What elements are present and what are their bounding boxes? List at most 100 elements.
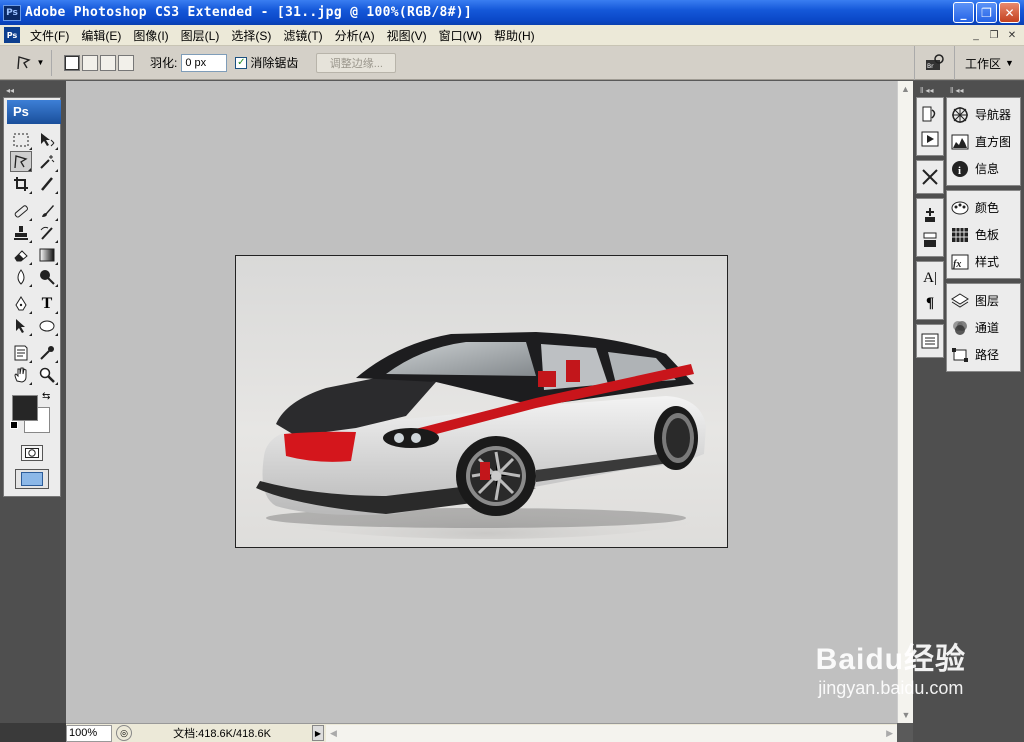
menu-bar: Ps 文件(F) 编辑(E) 图像(I) 图层(L) 选择(S) 滤镜(T) 分… (0, 25, 1024, 46)
document-workspace[interactable] (66, 81, 897, 723)
type-tool[interactable]: T (36, 293, 58, 314)
screen-mode-button[interactable] (15, 469, 49, 489)
brushes-panel-button[interactable] (917, 203, 943, 227)
expand-panels-icon[interactable]: ‖ ◂◂ (950, 86, 964, 95)
dock-grip-icon[interactable]: ‖ ◂◂ (920, 86, 934, 95)
doc-minimize-button[interactable]: _ (968, 28, 984, 42)
brush-tool[interactable] (36, 200, 58, 221)
menu-analysis[interactable]: 分析(A) (329, 27, 381, 44)
swap-colors-icon[interactable]: ⇆ (42, 391, 50, 402)
pen-tool[interactable] (10, 293, 32, 314)
menu-layer[interactable]: 图层(L) (175, 27, 226, 44)
character-panel-button[interactable]: A| (917, 266, 943, 290)
foreground-color-swatch[interactable] (12, 395, 38, 421)
styles-panel-button[interactable]: fx 样式 (947, 248, 1020, 275)
tool-preset-picker[interactable]: ▼ (8, 49, 52, 76)
refine-edge-button[interactable]: 调整边缘... (316, 52, 397, 73)
notes-tool[interactable] (10, 342, 32, 363)
navigator-icon (950, 105, 970, 125)
new-selection-button[interactable] (64, 54, 80, 71)
zoom-tool[interactable] (36, 364, 58, 385)
minimize-button[interactable]: _ (953, 2, 974, 23)
magic-wand-tool[interactable] (36, 151, 58, 172)
menu-file[interactable]: 文件(F) (24, 27, 75, 44)
chevron-down-icon: ▼ (36, 58, 45, 67)
lasso-tool[interactable] (10, 151, 32, 172)
channels-panel-button[interactable]: 通道 (947, 314, 1020, 341)
layers-panel-button[interactable]: 图层 (947, 287, 1020, 314)
collapse-toolbox-icon[interactable]: ◂◂ (6, 86, 14, 95)
window-title: Adobe Photoshop CS3 Extended - [31..jpg … (25, 5, 472, 20)
crop-tool[interactable] (10, 173, 32, 194)
histogram-panel-button[interactable]: 直方图 (947, 128, 1020, 155)
screen-mode-icon (21, 472, 43, 486)
healing-brush-tool[interactable] (10, 200, 32, 221)
watermark-url: jingyan.baidu.com (818, 678, 964, 698)
canvas-image[interactable] (235, 255, 728, 548)
workspace-label: 工作区 (965, 56, 1002, 71)
document-icon[interactable]: Ps (4, 27, 20, 43)
gradient-tool[interactable] (36, 244, 58, 265)
bandage-icon (14, 204, 28, 217)
scroll-down-icon[interactable]: ▼ (898, 707, 914, 723)
menu-window[interactable]: 窗口(W) (433, 27, 488, 44)
marquee-tool[interactable] (10, 129, 32, 150)
menu-image[interactable]: 图像(I) (127, 27, 174, 44)
menu-select[interactable]: 选择(S) (225, 27, 277, 44)
shape-tool[interactable] (36, 315, 58, 336)
paragraph-panel-button[interactable]: ¶ (917, 291, 943, 315)
hand-tool[interactable] (10, 364, 32, 385)
status-icon[interactable]: ◎ (116, 725, 132, 741)
antialias-checkbox[interactable]: ✓ (235, 56, 248, 69)
tools-icon (922, 169, 938, 185)
scroll-left-icon[interactable]: ◀ (330, 728, 337, 739)
scroll-right-icon[interactable]: ▶ (886, 728, 893, 739)
move-tool[interactable] (36, 129, 58, 150)
actions-panel-button[interactable] (917, 127, 943, 151)
doc-close-button[interactable]: ✕ (1004, 28, 1020, 42)
paths-panel-button[interactable]: 路径 (947, 341, 1020, 368)
zoom-field[interactable]: 100% (66, 724, 112, 742)
vertical-scrollbar[interactable]: ▲ ▼ (897, 81, 913, 723)
eyedropper-tool[interactable] (36, 342, 58, 363)
menu-help[interactable]: 帮助(H) (488, 27, 541, 44)
history-brush-tool[interactable] (36, 222, 58, 243)
quick-mask-button[interactable] (21, 445, 43, 461)
marquee-icon (13, 133, 29, 146)
tool-presets-panel-button[interactable] (917, 165, 943, 189)
history-panel-button[interactable] (917, 102, 943, 126)
info-panel-button[interactable]: i 信息 (947, 155, 1020, 182)
gradient-icon (39, 248, 55, 261)
blur-tool[interactable] (10, 266, 32, 287)
left-dock-footer (0, 723, 66, 742)
measurement-log-panel-button[interactable] (917, 329, 943, 353)
close-button[interactable]: ✕ (999, 2, 1020, 23)
default-colors-icon[interactable] (10, 421, 18, 429)
stamp-icon (14, 225, 28, 240)
navigator-panel-button[interactable]: 导航器 (947, 101, 1020, 128)
workspace-menu[interactable]: 工作区 ▼ (954, 46, 1024, 80)
menu-edit[interactable]: 编辑(E) (75, 27, 127, 44)
intersect-selection-button[interactable] (118, 54, 134, 71)
bridge-button[interactable]: Br (914, 46, 954, 80)
menu-view[interactable]: 视图(V) (381, 27, 433, 44)
add-selection-button[interactable] (82, 54, 98, 71)
layer-comps-panel-button[interactable] (917, 228, 943, 252)
path-selection-tool[interactable] (10, 315, 32, 336)
feather-input[interactable] (181, 53, 228, 72)
subtract-selection-button[interactable] (100, 54, 116, 71)
dodge-tool[interactable] (36, 266, 58, 287)
horizontal-scrollbar[interactable]: ◀ ▶ (326, 724, 897, 742)
move-icon (41, 132, 55, 146)
eraser-tool[interactable] (10, 244, 32, 265)
scroll-up-icon[interactable]: ▲ (898, 81, 913, 97)
restore-button[interactable]: ❐ (976, 2, 997, 23)
clone-stamp-tool[interactable] (10, 222, 32, 243)
swatches-panel-button[interactable]: 色板 (947, 221, 1020, 248)
doc-restore-button[interactable]: ❐ (986, 28, 1002, 42)
crop-icon (14, 176, 28, 191)
status-menu-arrow-icon[interactable]: ▶ (312, 725, 324, 741)
slice-tool[interactable] (36, 173, 58, 194)
menu-filter[interactable]: 滤镜(T) (277, 27, 328, 44)
color-panel-button[interactable]: 颜色 (947, 194, 1020, 221)
